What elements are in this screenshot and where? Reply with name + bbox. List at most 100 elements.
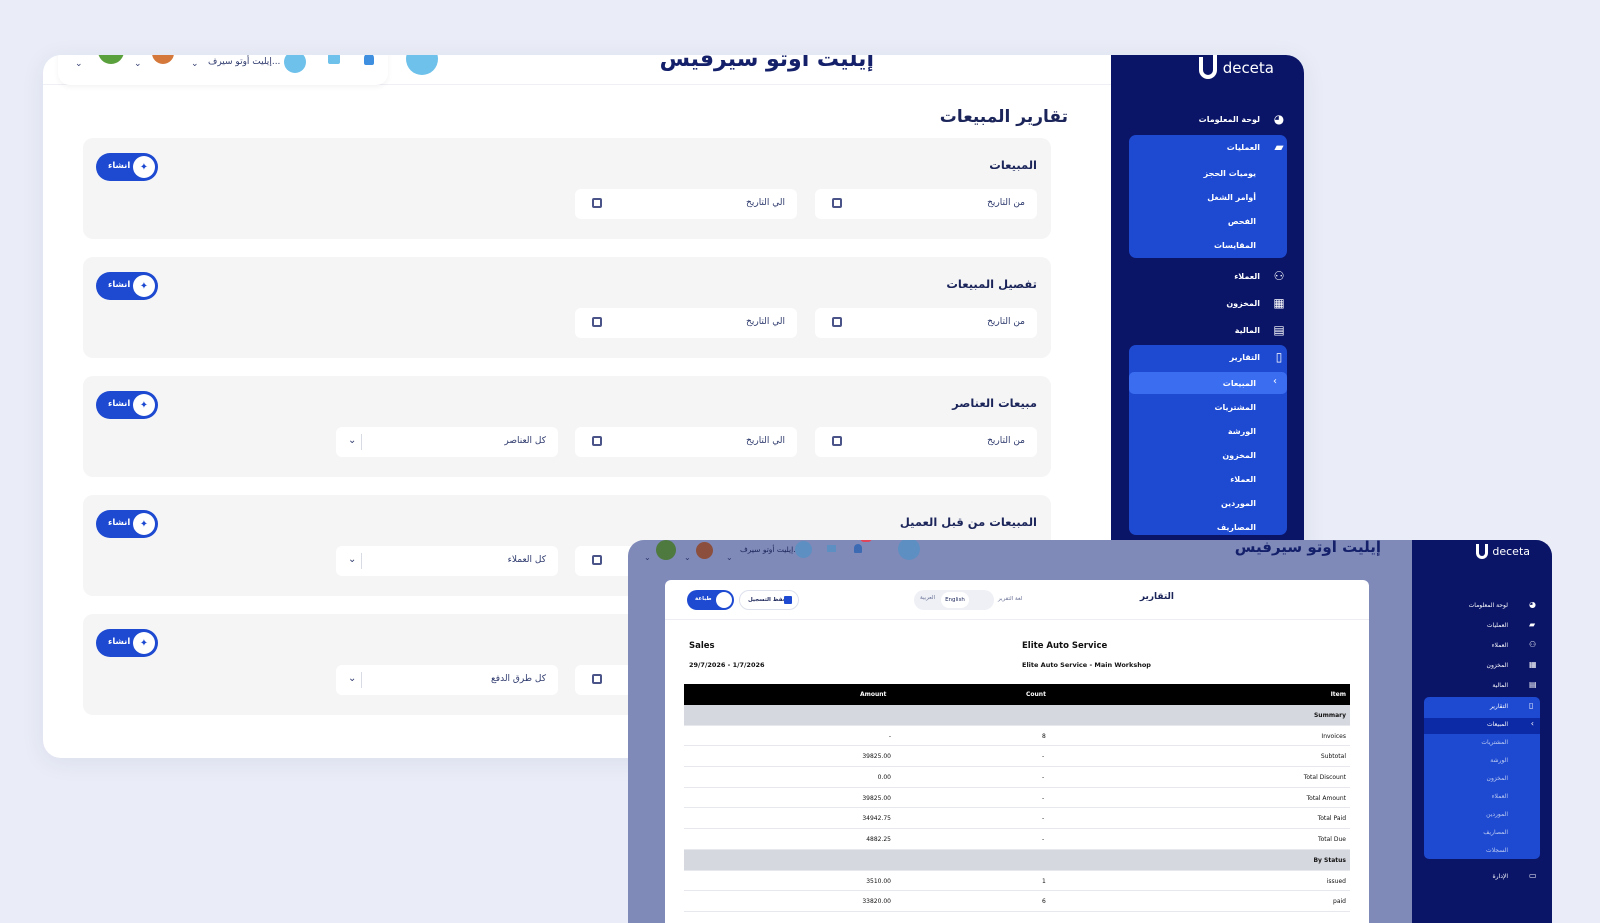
- cell-count: -: [1042, 774, 1045, 782]
- page-title: تقارير المبيعات: [939, 107, 1068, 127]
- sidebar-item-label: المالية: [1234, 325, 1260, 335]
- generate-button[interactable]: انشاء ✦: [96, 153, 158, 181]
- from-date-field[interactable]: من التاريخ: [815, 427, 1037, 457]
- sidebar-subitem-work-orders[interactable]: أوامر الشغل: [1207, 193, 1256, 202]
- sidebar-item-admin[interactable]: الإدارة: [1493, 873, 1508, 880]
- user-avatar[interactable]: [696, 542, 713, 559]
- chevron-down-icon[interactable]: ⌄: [684, 553, 691, 562]
- section-label: Summary: [1313, 712, 1346, 719]
- save-button[interactable]: حفظ التسجيل: [739, 590, 799, 610]
- sidebar-subitem-logs[interactable]: السجلات: [1486, 847, 1508, 854]
- table-row: Total Amount - 39825.00: [684, 788, 1350, 809]
- cell-count: -: [1042, 794, 1045, 802]
- sidebar-item-finance[interactable]: المالية: [1492, 682, 1508, 689]
- brand-name: deceta: [1222, 59, 1274, 77]
- chevron-down-icon[interactable]: ⌄: [134, 59, 142, 69]
- brand-logo: deceta: [1476, 544, 1530, 559]
- card-title: مبيعات العناصر: [952, 396, 1037, 410]
- generate-label: انشاء: [108, 280, 131, 290]
- sidebar-subitem-inventory[interactable]: المخزون: [1487, 775, 1508, 782]
- report-card-sales: المبيعات من التاريخ الي التاريخ انشاء ✦: [83, 138, 1051, 239]
- chevron-down-icon[interactable]: ⌄: [191, 59, 199, 69]
- report-table: Item Count Amount Summary Invoices 8 - S…: [684, 684, 1350, 912]
- sidebar-item-inventory[interactable]: المخزون ▦: [1226, 296, 1286, 310]
- receipt-icon: ▤: [1273, 323, 1285, 337]
- bell-icon[interactable]: [364, 55, 374, 65]
- sidebar-item-inventory[interactable]: المخزون: [1487, 662, 1508, 669]
- bell-icon[interactable]: [854, 544, 862, 553]
- to-date-field[interactable]: الي التاريخ: [575, 308, 797, 338]
- sidebar-subitem-inventory[interactable]: المخزون: [1222, 451, 1256, 460]
- calendar-icon[interactable]: [795, 541, 812, 558]
- sidebar-item-label: التقارير: [1229, 352, 1260, 362]
- from-date-field[interactable]: من التاريخ: [815, 308, 1037, 338]
- sidebar-subitem-expenses[interactable]: المصاريف: [1483, 829, 1508, 836]
- sidebar-item-operations[interactable]: العمليات: [1487, 622, 1508, 629]
- gauge-icon: ◕: [1529, 600, 1536, 609]
- field-label: الي التاريخ: [746, 317, 785, 327]
- sidebar-subitem-booking[interactable]: يوميات الحجز: [1204, 169, 1256, 178]
- chevron-down-icon[interactable]: ⌄: [75, 59, 83, 69]
- branch-selector[interactable]: إيليت أوتو سيرف...: [208, 57, 280, 67]
- from-date-field[interactable]: من التاريخ: [815, 189, 1037, 219]
- barcode-scan-icon[interactable]: [406, 55, 438, 75]
- printer-icon: [716, 592, 732, 608]
- branch-selector[interactable]: إيليت أوتو سيرف...: [740, 545, 800, 554]
- language-toggle[interactable]: English العربية: [914, 590, 994, 610]
- sidebar-subitem-sales[interactable]: المبيعات: [1487, 721, 1508, 728]
- payment-methods-select[interactable]: كل طرق الدفع ⌄: [336, 665, 558, 695]
- sidebar-subitem-sales[interactable]: المبيعات: [1223, 379, 1256, 388]
- cell-count: 8: [1042, 732, 1046, 740]
- calendar-icon[interactable]: [284, 55, 306, 73]
- generate-button[interactable]: انشاء ✦: [96, 391, 158, 419]
- sidebar-item-operations[interactable]: العمليات ▰: [1227, 140, 1286, 154]
- sidebar-item-finance[interactable]: المالية ▤: [1235, 323, 1286, 337]
- items-select[interactable]: كل العناصر ⌄: [336, 427, 558, 457]
- sidebar-item-customers[interactable]: العملاء ⚇: [1234, 269, 1286, 283]
- customers-select[interactable]: كل العملاء ⌄: [336, 546, 558, 576]
- sidebar-subitem-estimates[interactable]: المقايسات: [1214, 241, 1256, 250]
- sidebar-item-dashboard[interactable]: لوحة المعلومات: [1469, 602, 1508, 609]
- field-label: من التاريخ: [987, 317, 1025, 327]
- sidebar-item-dashboard[interactable]: لوحة المعلومات ◕: [1199, 112, 1286, 126]
- chevron-down-icon: ⌄: [348, 554, 357, 565]
- lang-option-arabic[interactable]: العربية: [920, 595, 935, 601]
- chevron-down-icon[interactable]: ⌄: [644, 553, 651, 562]
- sidebar-subitem-active-bg: [1129, 372, 1287, 394]
- floppy-disk-icon: [784, 596, 792, 604]
- sidebar-subitem-workshop[interactable]: الورشة: [1228, 427, 1256, 436]
- cell-count: -: [1042, 815, 1045, 823]
- sidebar-subitem-expenses[interactable]: المصاريف: [1217, 523, 1256, 532]
- to-date-field[interactable]: الي التاريخ: [575, 427, 797, 457]
- sidebar-item-reports[interactable]: التقارير ▯: [1230, 350, 1286, 364]
- sidebar-subitem-inspection[interactable]: الفحص: [1228, 217, 1256, 226]
- sidebar-subitem-purchases[interactable]: المشتريات: [1481, 739, 1508, 746]
- cell-amount: 4882.25: [866, 836, 891, 844]
- sidebar-item-customers[interactable]: العملاء: [1492, 642, 1508, 649]
- sidebar-subitem-suppliers[interactable]: الموردين: [1221, 499, 1256, 508]
- sidebar-subitem-purchases[interactable]: المشتريات: [1214, 403, 1256, 412]
- generate-button[interactable]: انشاء ✦: [96, 272, 158, 300]
- report-file-icon: ▯: [1529, 701, 1534, 710]
- sidebar-subitem-workshop[interactable]: الورشة: [1490, 757, 1508, 764]
- to-date-field[interactable]: الي التاريخ: [575, 189, 797, 219]
- field-label: الي التاريخ: [746, 436, 785, 446]
- mail-icon[interactable]: [827, 545, 836, 552]
- briefcase-icon: ▰: [1529, 620, 1536, 629]
- lang-option-english[interactable]: English: [941, 592, 969, 608]
- print-button[interactable]: طباعة: [687, 590, 734, 610]
- user-avatar[interactable]: [152, 55, 174, 64]
- generate-button[interactable]: انشاء ✦: [96, 629, 158, 657]
- sidebar-item-reports[interactable]: التقارير: [1490, 703, 1508, 710]
- sidebar-subitem-suppliers[interactable]: الموردين: [1486, 811, 1508, 818]
- generate-button[interactable]: انشاء ✦: [96, 510, 158, 538]
- company-avatar[interactable]: [656, 540, 676, 560]
- sidebar-subitem-customers[interactable]: العملاء: [1230, 475, 1256, 484]
- field-label: من التاريخ: [987, 436, 1025, 446]
- barcode-scan-icon[interactable]: [898, 540, 920, 560]
- mail-icon[interactable]: [328, 55, 340, 64]
- company-avatar[interactable]: [98, 55, 124, 64]
- sidebar-subitem-customers[interactable]: العملاء: [1492, 793, 1508, 800]
- table-row: Total Paid - 34942.75: [684, 808, 1350, 830]
- chevron-down-icon[interactable]: ⌄: [726, 553, 733, 562]
